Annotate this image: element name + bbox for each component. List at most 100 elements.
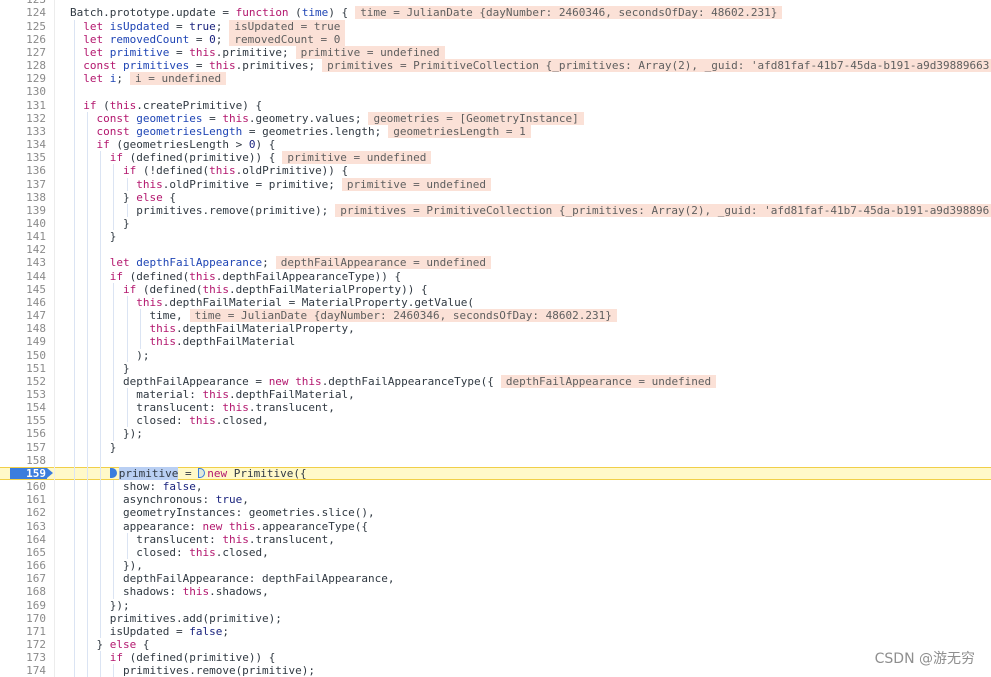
code-line-140[interactable]: 140 } <box>0 216 991 231</box>
code-line-151[interactable]: 151 } <box>0 361 991 375</box>
code-line-149[interactable]: 149 this.depthFailMaterial <box>0 335 991 349</box>
code-line-174[interactable]: 174 primitives.remove(primitive); <box>0 664 991 677</box>
line-number[interactable]: 153 <box>0 388 55 402</box>
line-number[interactable]: 134 <box>0 138 55 152</box>
line-number[interactable]: 143 <box>0 256 55 270</box>
line-number[interactable]: 144 <box>0 269 55 283</box>
code-line-135[interactable]: 135 if (defined(primitive)) {primitive =… <box>0 151 991 165</box>
line-number[interactable]: 147 <box>0 309 55 323</box>
code-line-129[interactable]: 129 let i; i = undefined <box>0 72 991 86</box>
code-line-126[interactable]: 126 let removedCount = 0; removedCount = … <box>0 32 991 46</box>
code-editor[interactable]: 123124Batch.prototype.update = function … <box>0 0 991 677</box>
line-number[interactable]: 135 <box>0 151 55 165</box>
code-line-133[interactable]: 133 const geometriesLength = geometries.… <box>0 124 991 139</box>
code-line-170[interactable]: 170 primitives.add(primitive); <box>0 611 991 625</box>
line-number[interactable]: 125 <box>0 19 55 33</box>
code-line-131[interactable]: 131 if (this.createPrimitive) { <box>0 98 991 112</box>
line-number[interactable]: 164 <box>0 532 55 546</box>
code-line-159[interactable]: 159 primitive = new Primitive({ <box>0 466 991 481</box>
code-line-173[interactable]: 173 if (defined(primitive)) { <box>0 651 991 665</box>
line-number[interactable]: 150 <box>0 348 55 362</box>
line-number[interactable]: 151 <box>0 361 55 375</box>
line-number[interactable]: 124 <box>0 6 55 20</box>
code-line-143[interactable]: 143 let depthFailAppearance; depthFailApp… <box>0 256 991 270</box>
line-number[interactable]: 152 <box>0 374 55 388</box>
line-number[interactable]: 170 <box>0 611 55 625</box>
code-line-150[interactable]: 150 ); <box>0 348 991 362</box>
code-line-148[interactable]: 148 this.depthFailMaterialProperty, <box>0 322 991 336</box>
line-number[interactable]: 131 <box>0 98 55 112</box>
line-number[interactable]: 146 <box>0 295 55 310</box>
code-line-127[interactable]: 127 let primitive = this.primitive; primi… <box>0 45 991 60</box>
line-number[interactable]: 160 <box>0 480 55 494</box>
code-line-124[interactable]: 124 Batch.prototype.update = function (ti… <box>0 6 991 20</box>
line-number[interactable]: 148 <box>0 322 55 336</box>
line-number[interactable]: 172 <box>0 637 55 652</box>
line-number[interactable]: 145 <box>0 282 55 296</box>
line-number[interactable]: 162 <box>0 506 55 520</box>
line-number[interactable]: 130 <box>0 85 55 99</box>
code-line-142[interactable]: 142 <box>0 243 991 257</box>
line-number[interactable]: 167 <box>0 572 55 586</box>
code-line-157[interactable]: 157 } <box>0 440 991 454</box>
code-line-162[interactable]: 162 geometryInstances: geometries.slice(… <box>0 506 991 520</box>
code-line-152[interactable]: 152 depthFailAppearance = new this.depth… <box>0 374 991 388</box>
line-number[interactable]: 169 <box>0 598 55 612</box>
code-line-171[interactable]: 171 isUpdated = false; <box>0 624 991 638</box>
code-line-128[interactable]: 128 const primitives = this.primitives; p… <box>0 59 991 73</box>
line-number[interactable]: 154 <box>0 401 55 415</box>
line-number[interactable]: 156 <box>0 427 55 441</box>
line-number[interactable]: 138 <box>0 190 55 204</box>
line-number[interactable]: 136 <box>0 164 55 178</box>
code-line-158[interactable]: 158 <box>0 453 991 467</box>
code-line-168[interactable]: 168 shadows: this.shadows, <box>0 585 991 599</box>
code-line-146[interactable]: 146 this.depthFailMaterial = MaterialPro… <box>0 295 991 310</box>
line-number[interactable]: 128 <box>0 59 55 73</box>
line-number[interactable]: 149 <box>0 335 55 349</box>
line-number[interactable]: 168 <box>0 585 55 599</box>
code-line-125[interactable]: 125 let isUpdated = true; isUpdated = tru… <box>0 19 991 33</box>
line-number[interactable]: 127 <box>0 45 55 60</box>
line-number[interactable]: 158 <box>0 453 55 467</box>
code-line-153[interactable]: 153 material: this.depthFailMaterial, <box>0 388 991 402</box>
code-line-172[interactable]: 172 } else { <box>0 637 991 652</box>
line-number[interactable]: 142 <box>0 243 55 257</box>
code-line-154[interactable]: 154 translucent: this.translucent, <box>0 401 991 415</box>
code-line-132[interactable]: 132 const geometries = this.geometry.val… <box>0 111 991 125</box>
code-line-130[interactable]: 130 <box>0 85 991 99</box>
line-number[interactable]: 129 <box>0 72 55 86</box>
line-number[interactable]: 174 <box>0 664 55 677</box>
code-line-144[interactable]: 144 if (defined(this.depthFailAppearance… <box>0 269 991 283</box>
code-line-134[interactable]: 134 if (geometriesLength > 0) { <box>0 138 991 152</box>
code-line-145[interactable]: 145 if (defined(this.depthFailMaterialPr… <box>0 282 991 296</box>
code-line-161[interactable]: 161 asynchronous: true, <box>0 493 991 507</box>
code-line-167[interactable]: 167 depthFailAppearance: depthFailAppear… <box>0 572 991 586</box>
line-number[interactable]: 132 <box>0 111 55 125</box>
code-line-137[interactable]: 137 this.oldPrimitive = primitive; primit… <box>0 177 991 191</box>
code-line-160[interactable]: 160 show: false, <box>0 480 991 494</box>
inline-breakpoint-icon[interactable] <box>198 467 206 478</box>
line-number[interactable]: 155 <box>0 414 55 428</box>
code-line-136[interactable]: 136 if (!defined(this.oldPrimitive)) { <box>0 164 991 178</box>
code-line-141[interactable]: 141 } <box>0 230 991 244</box>
code-line-163[interactable]: 163 appearance: new this.appearanceType(… <box>0 519 991 533</box>
line-number[interactable]: 165 <box>0 545 55 560</box>
code-line-156[interactable]: 156 }); <box>0 427 991 441</box>
inline-breakpoint-icon[interactable] <box>109 467 117 478</box>
line-number[interactable]: 166 <box>0 559 55 573</box>
code-line-147[interactable]: 147 time, time = JulianDate {dayNumber: 2… <box>0 309 991 323</box>
code-line-169[interactable]: 169 }); <box>0 598 991 612</box>
line-number[interactable]: 159 <box>0 466 55 481</box>
line-number[interactable]: 161 <box>0 493 55 507</box>
code-line-155[interactable]: 155 closed: this.closed, <box>0 414 991 428</box>
code-line-138[interactable]: 138 } else { <box>0 190 991 204</box>
code-line-166[interactable]: 166 }), <box>0 559 991 573</box>
code-line-165[interactable]: 165 closed: this.closed, <box>0 545 991 560</box>
code-line-139[interactable]: 139 primitives.remove(primitive); primiti… <box>0 203 991 217</box>
line-number[interactable]: 133 <box>0 124 55 139</box>
line-number[interactable]: 126 <box>0 32 55 46</box>
line-number[interactable]: 171 <box>0 624 55 638</box>
line-number[interactable]: 139 <box>0 203 55 217</box>
line-number[interactable]: 173 <box>0 651 55 665</box>
code-line-164[interactable]: 164 translucent: this.translucent, <box>0 532 991 546</box>
